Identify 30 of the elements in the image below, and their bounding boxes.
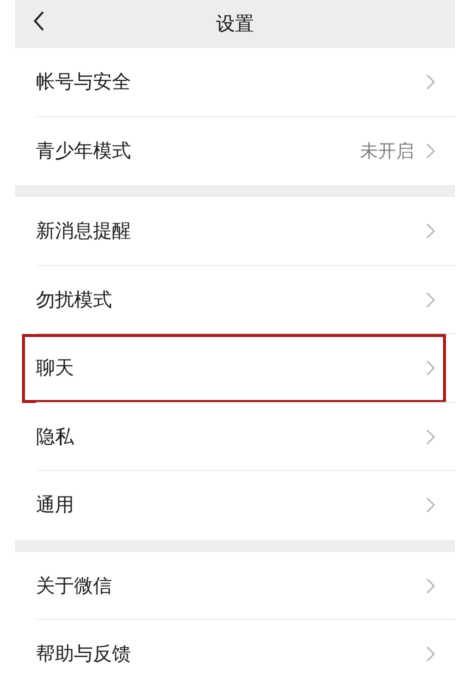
row-label: 关于微信 xyxy=(36,574,113,599)
chevron-icon xyxy=(426,497,435,514)
settings-row[interactable]: 帐号与安全 xyxy=(15,48,455,116)
row-label: 帐号与安全 xyxy=(36,70,132,96)
chevron-icon xyxy=(426,142,435,159)
settings-row[interactable]: 关于微信 xyxy=(15,552,455,620)
back-icon[interactable] xyxy=(33,11,45,31)
chevron-icon xyxy=(426,74,435,90)
settings-row[interactable]: 青少年模式 未开启 xyxy=(15,116,455,185)
screen-title: 设置 xyxy=(216,12,254,37)
chevron-icon xyxy=(426,360,435,376)
row-label: 新消息提醒 xyxy=(36,219,132,244)
row-label: 通用 xyxy=(36,493,75,518)
settings-row[interactable]: 隐私 xyxy=(15,402,455,471)
settings-row[interactable]: 通用 xyxy=(15,471,455,540)
settings-row[interactable]: 新消息提醒 xyxy=(15,197,455,266)
row-value: 未开启 xyxy=(360,140,414,163)
chevron-icon xyxy=(426,428,435,445)
row-label: 聊天 xyxy=(36,356,75,382)
chevron-icon xyxy=(426,646,435,662)
chevron-icon xyxy=(426,223,435,240)
settings-row[interactable]: 聊天 xyxy=(15,334,455,402)
chevron-icon xyxy=(426,292,435,308)
row-label: 勿扰模式 xyxy=(36,288,113,313)
row-label: 隐私 xyxy=(36,424,75,450)
row-label: 帮助与反馈 xyxy=(36,642,132,668)
settings-row[interactable]: 帮助与反馈 xyxy=(15,620,455,675)
chevron-icon xyxy=(426,578,435,594)
row-label: 青少年模式 xyxy=(36,138,132,164)
settings-row[interactable]: 勿扰模式 xyxy=(15,266,455,334)
